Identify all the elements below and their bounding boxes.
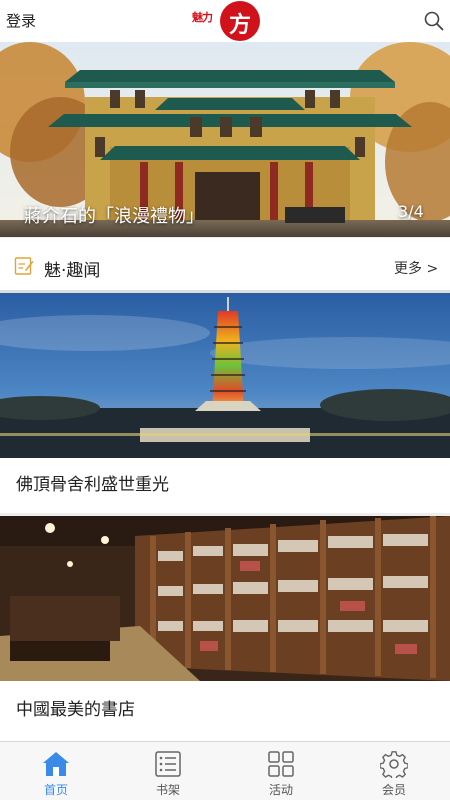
- grid-icon: [268, 751, 294, 777]
- banner-caption: 蔣介石的「浪漫禮物」: [24, 206, 204, 227]
- search-icon[interactable]: [424, 10, 444, 32]
- section-header: 魅·趣闻 更多 >: [0, 237, 450, 292]
- section-title: 魅·趣闻: [44, 261, 101, 281]
- logo-glyph: 方: [228, 13, 251, 38]
- gear-icon: [380, 751, 408, 778]
- bottom-tab-bar: 首页 书架 活动 会员: [0, 741, 450, 800]
- article-title: 佛頂骨舍利盛世重光: [16, 475, 169, 495]
- tab-label: 会员: [381, 783, 406, 797]
- note-edit-icon: [14, 257, 34, 275]
- tab-membership[interactable]: 会员: [338, 742, 450, 800]
- logo-seal: 方: [220, 1, 260, 41]
- article-title: 中國最美的書店: [16, 700, 135, 720]
- article-card[interactable]: 佛頂骨舍利盛世重光: [0, 293, 450, 513]
- article-image-bookstore: [0, 516, 450, 681]
- top-bar: 登录 魅力 方: [0, 0, 450, 42]
- home-icon: [43, 752, 69, 776]
- logo-wordmark: 魅力: [192, 11, 213, 24]
- list-icon: [155, 751, 181, 777]
- tab-bookshelf[interactable]: 书架: [112, 742, 224, 800]
- tab-label: 首页: [43, 783, 68, 797]
- app-logo: 魅力 方: [190, 0, 262, 42]
- tab-label: 活动: [268, 783, 293, 797]
- tab-label: 书架: [155, 783, 180, 797]
- article-image-pagoda: [0, 293, 450, 458]
- login-link[interactable]: 登录: [6, 10, 36, 31]
- banner-carousel[interactable]: 蔣介石的「浪漫禮物」 3/4: [0, 42, 450, 237]
- tab-home[interactable]: 首页: [0, 742, 112, 800]
- banner-page-indicator: 3/4: [398, 202, 424, 221]
- article-card[interactable]: 中國最美的書店: [0, 516, 450, 741]
- more-link[interactable]: 更多 >: [394, 258, 438, 278]
- tab-activities[interactable]: 活动: [225, 742, 337, 800]
